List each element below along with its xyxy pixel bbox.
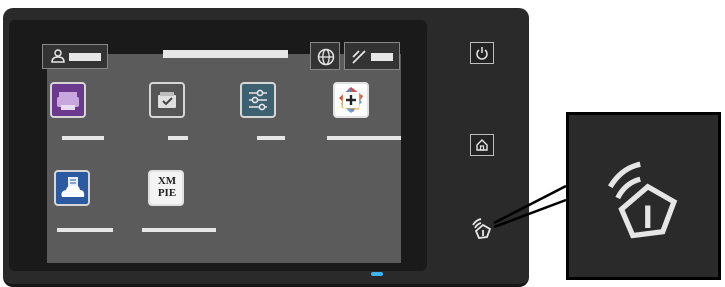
- nfc-large-icon: [607, 161, 678, 239]
- nfc-callout: [566, 112, 721, 280]
